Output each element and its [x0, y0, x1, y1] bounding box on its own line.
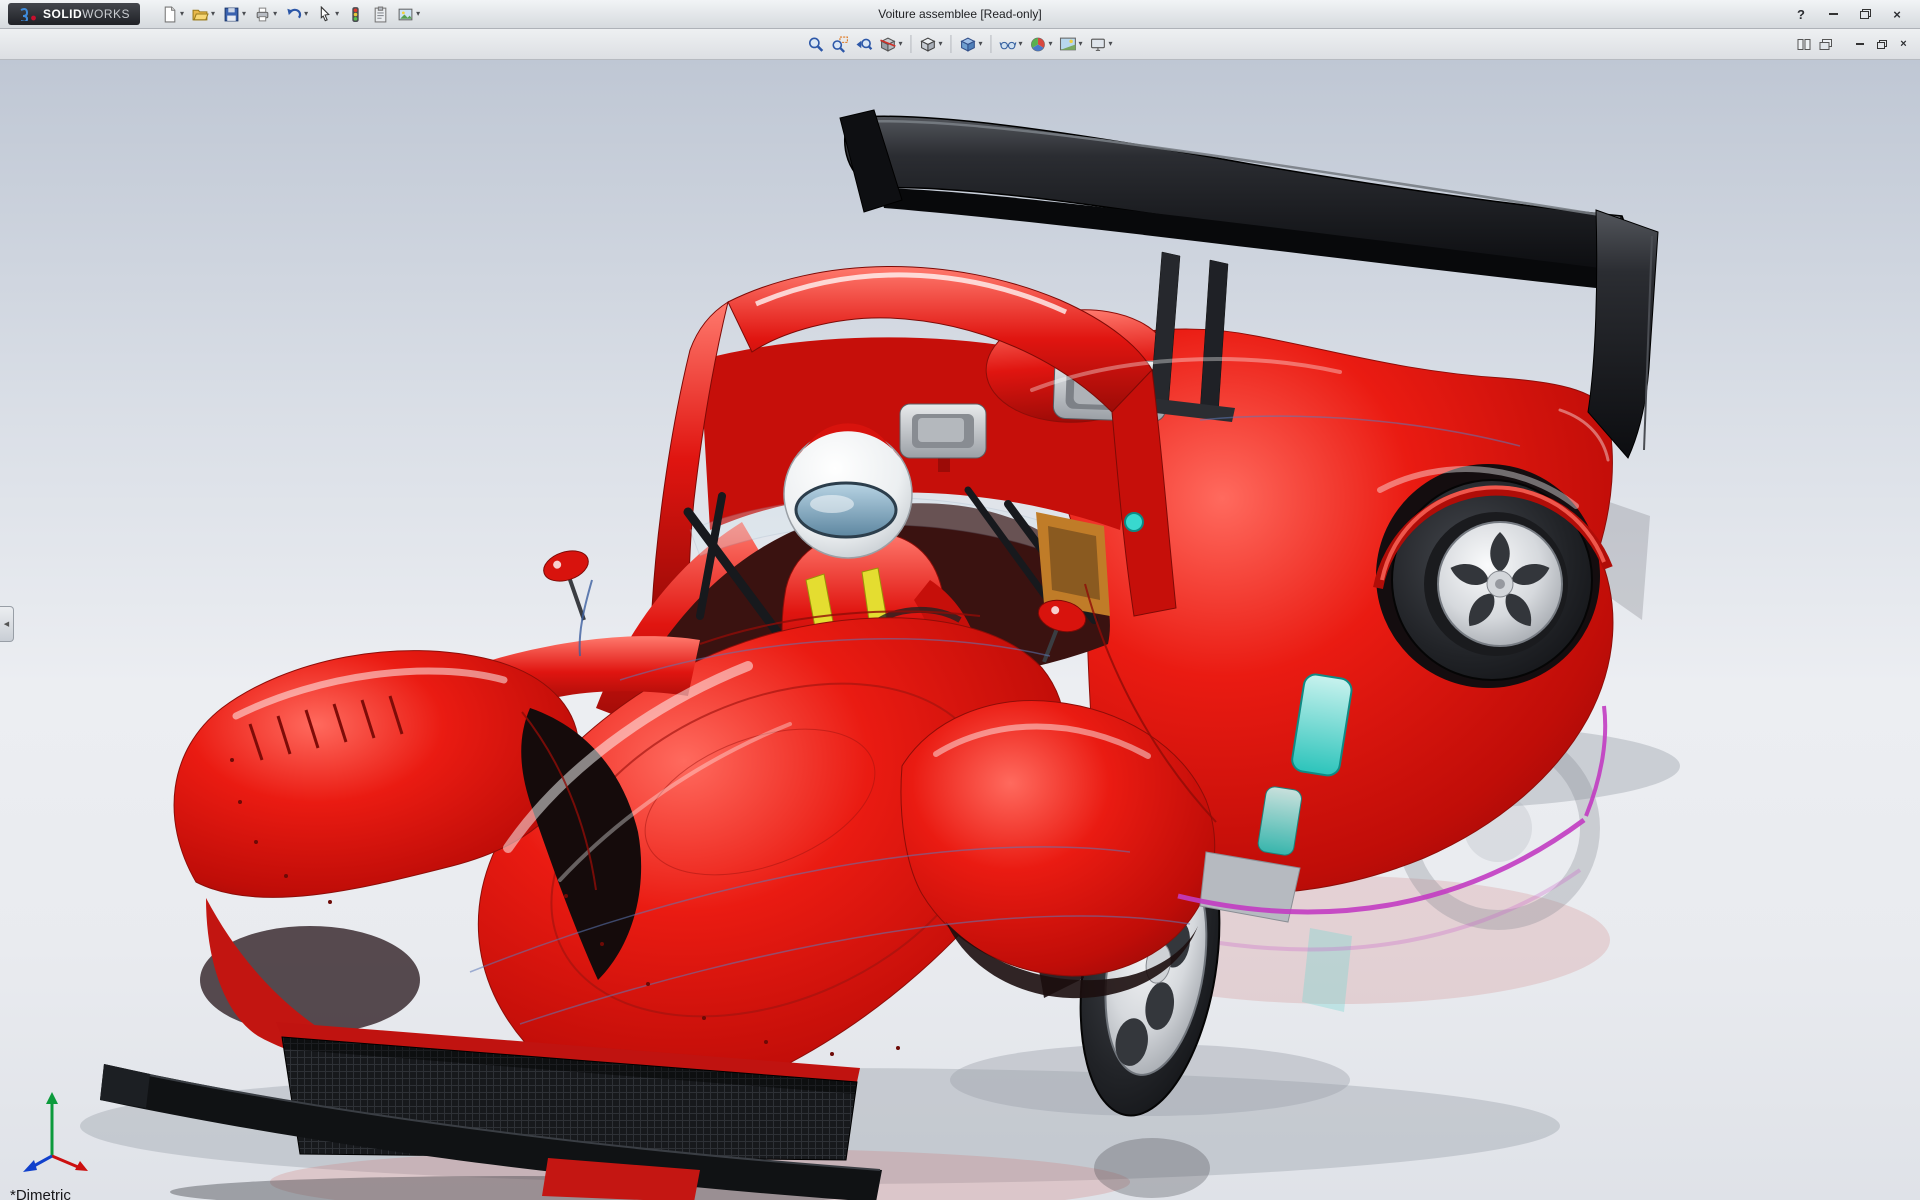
- apply-scene-button[interactable]: ▾: [1057, 32, 1086, 56]
- restore-icon: [1859, 9, 1871, 19]
- undo-arrow-icon: [287, 8, 302, 18]
- image-icon: [398, 8, 413, 20]
- dropdown-arrow-icon[interactable]: ▾: [1018, 40, 1022, 48]
- featuremanager-flyout-tab[interactable]: ◀: [0, 606, 14, 642]
- new-document-icon: [164, 6, 176, 22]
- file-properties-button[interactable]: [369, 2, 392, 26]
- select-cursor-icon: [320, 5, 330, 21]
- solidworks-window: SOLIDWORKS ▾ ▾ ▾ ▾ ▾ ▾ ▾ Voiture assembl…: [0, 0, 1920, 1200]
- doc-minimize-icon: [1855, 43, 1864, 45]
- doc-restore-button[interactable]: [1873, 36, 1890, 52]
- view-orientation-label: *Dimetric: [10, 1187, 71, 1200]
- zoom-to-area-button[interactable]: [828, 32, 851, 56]
- dropdown-arrow-icon[interactable]: ▾: [978, 40, 982, 48]
- view-toolbar-row: ▾ ▾ ▾ ▾ ▾ ▾ ▾ ×: [0, 29, 1920, 60]
- dropdown-arrow-icon[interactable]: ▾: [335, 10, 339, 18]
- doc-minimize-button[interactable]: [1851, 36, 1868, 52]
- doc-window-buttons: ×: [1851, 36, 1912, 52]
- dropdown-arrow-icon[interactable]: ▾: [211, 10, 215, 18]
- select-button[interactable]: ▾: [313, 2, 342, 26]
- rebuild-traffic-light-icon: [352, 6, 359, 22]
- edit-appearance-button[interactable]: ▾: [1027, 32, 1056, 56]
- toolbar-separator: [910, 35, 912, 53]
- display-style-button[interactable]: ▾: [956, 32, 985, 56]
- new-document-button[interactable]: ▾: [158, 2, 187, 26]
- document-window-controls: ×: [1795, 29, 1912, 59]
- section-view-icon: [880, 37, 896, 52]
- window-controls: ? ×: [1790, 5, 1914, 23]
- save-button[interactable]: ▾: [220, 2, 249, 26]
- save-floppy-icon: [224, 7, 239, 21]
- view-toolbar: ▾ ▾ ▾ ▾ ▾ ▾ ▾: [804, 29, 1115, 59]
- brand-works: WORKS: [82, 7, 131, 21]
- section-view-button[interactable]: ▾: [876, 32, 905, 56]
- toolbar-separator: [950, 35, 952, 53]
- display-style-icon: [960, 37, 976, 52]
- dropdown-arrow-icon[interactable]: ▾: [1049, 40, 1053, 48]
- window-tile-button[interactable]: [1795, 36, 1812, 52]
- brand-solid: SOLID: [43, 7, 83, 21]
- minimize-icon: [1828, 13, 1838, 15]
- open-button[interactable]: ▾: [189, 2, 218, 26]
- 3ds-logo-icon: [20, 8, 36, 21]
- window-tile-icon: [1797, 38, 1810, 50]
- dropdown-arrow-icon[interactable]: ▾: [180, 10, 184, 18]
- collapse-arrow-icon: ◀: [3, 621, 10, 628]
- window-cascade-icon: [1819, 38, 1832, 50]
- dropdown-arrow-icon[interactable]: ▾: [898, 40, 902, 48]
- view-orientation-button[interactable]: ▾: [916, 32, 945, 56]
- previous-view-icon: [856, 38, 873, 50]
- hide-show-glasses-icon: [999, 41, 1017, 49]
- print-button[interactable]: ▾: [251, 2, 280, 26]
- dropdown-arrow-icon[interactable]: ▾: [416, 10, 420, 18]
- 3d-scene[interactable]: [0, 60, 1920, 1200]
- open-folder-icon: [192, 9, 209, 20]
- brand-name: SOLIDWORKS: [43, 5, 130, 23]
- dropdown-arrow-icon[interactable]: ▾: [242, 10, 246, 18]
- teal-accent-dot: [1124, 512, 1144, 532]
- print-icon: [256, 7, 269, 21]
- apply-scene-icon: [1060, 37, 1076, 50]
- standard-toolbar: ▾ ▾ ▾ ▾ ▾ ▾ ▾: [158, 2, 423, 26]
- dropdown-arrow-icon[interactable]: ▾: [1079, 40, 1083, 48]
- zoom-to-fit-icon: [808, 37, 824, 52]
- window-cascade-button[interactable]: [1817, 36, 1834, 52]
- zoom-to-fit-button[interactable]: [804, 32, 827, 56]
- close-button[interactable]: ×: [1886, 5, 1908, 23]
- hide-show-items-button[interactable]: ▾: [996, 32, 1025, 56]
- help-button[interactable]: ?: [1790, 5, 1812, 23]
- clipboard-icon: [374, 6, 387, 22]
- zoom-to-area-icon: [832, 36, 848, 53]
- undo-button[interactable]: ▾: [282, 2, 311, 26]
- minimize-button[interactable]: [1822, 5, 1844, 23]
- dropdown-arrow-icon[interactable]: ▾: [273, 10, 277, 18]
- restore-button[interactable]: [1854, 5, 1876, 23]
- orientation-triad: [23, 1092, 88, 1172]
- dropdown-arrow-icon[interactable]: ▾: [1109, 40, 1113, 48]
- dropdown-arrow-icon[interactable]: ▾: [938, 40, 942, 48]
- dropdown-arrow-icon[interactable]: ▾: [304, 10, 308, 18]
- toolbar-separator: [990, 35, 992, 53]
- view-settings-icon: [1091, 38, 1105, 51]
- rebuild-button[interactable]: [344, 2, 367, 26]
- doc-close-button[interactable]: ×: [1895, 36, 1912, 52]
- cage-gusset-inner: [1048, 526, 1100, 600]
- previous-view-button[interactable]: [852, 32, 875, 56]
- graphics-viewport[interactable]: ◀ *Dimetric: [0, 60, 1920, 1200]
- titlebar: SOLIDWORKS ▾ ▾ ▾ ▾ ▾ ▾ ▾ Voiture assembl…: [0, 0, 1920, 29]
- doc-restore-icon: [1876, 39, 1887, 49]
- window-title: Voiture assemblee [Read-only]: [878, 7, 1042, 21]
- view-orientation-cube-icon: [920, 37, 936, 52]
- appearance-ball-icon: [1031, 37, 1045, 51]
- solidworks-logo: SOLIDWORKS: [8, 3, 141, 25]
- image-button[interactable]: ▾: [394, 2, 423, 26]
- view-settings-button[interactable]: ▾: [1087, 32, 1116, 56]
